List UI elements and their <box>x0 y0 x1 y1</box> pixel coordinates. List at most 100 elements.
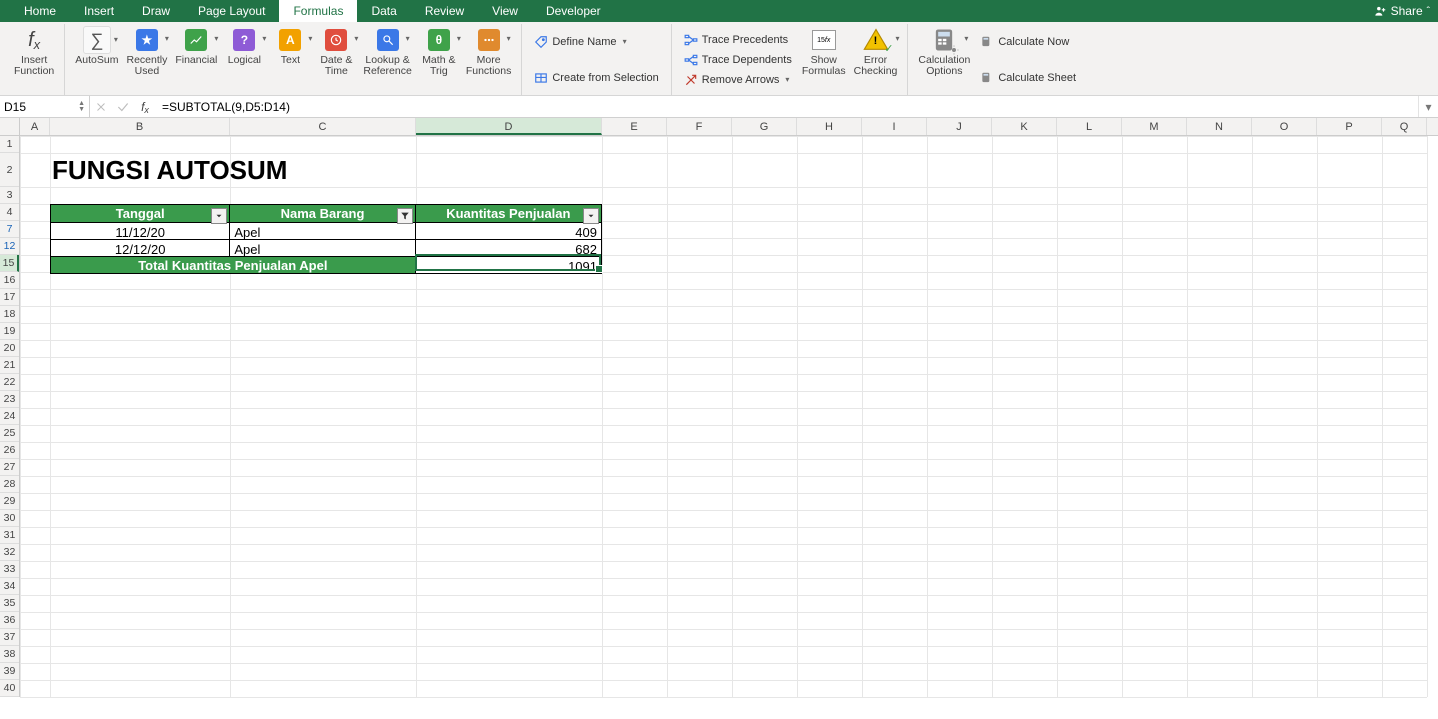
calculate-sheet-button[interactable]: Calculate Sheet <box>976 69 1080 87</box>
column-header-D[interactable]: D <box>416 118 602 135</box>
row-header-30[interactable]: 30 <box>0 510 19 527</box>
column-header-B[interactable]: B <box>50 118 230 135</box>
row-header-22[interactable]: 22 <box>0 374 19 391</box>
column-header-F[interactable]: F <box>667 118 732 135</box>
column-header-E[interactable]: E <box>602 118 667 135</box>
column-header-I[interactable]: I <box>862 118 927 135</box>
column-header-Q[interactable]: Q <box>1382 118 1427 135</box>
row-header-38[interactable]: 38 <box>0 646 19 663</box>
row-header-19[interactable]: 19 <box>0 323 19 340</box>
column-header-P[interactable]: P <box>1317 118 1382 135</box>
create-from-selection-button[interactable]: Create from Selection <box>530 69 662 87</box>
lookup-reference-button[interactable]: ▾ Lookup & Reference <box>359 24 415 95</box>
row-header-17[interactable]: 17 <box>0 289 19 306</box>
column-header-G[interactable]: G <box>732 118 797 135</box>
recently-used-button[interactable]: ★ ▾ Recently Used <box>122 24 171 95</box>
trace-dependents-button[interactable]: Trace Dependents <box>680 51 796 69</box>
row-header-18[interactable]: 18 <box>0 306 19 323</box>
financial-button[interactable]: ▾ Financial <box>171 24 221 95</box>
row-header-32[interactable]: 32 <box>0 544 19 561</box>
row-header-21[interactable]: 21 <box>0 357 19 374</box>
row-header-7[interactable]: 7 <box>0 221 19 238</box>
tab-review[interactable]: Review <box>411 0 478 22</box>
row-header-1[interactable]: 1 <box>0 136 19 153</box>
row-header-29[interactable]: 29 <box>0 493 19 510</box>
row-header-27[interactable]: 27 <box>0 459 19 476</box>
row-header-28[interactable]: 28 <box>0 476 19 493</box>
x-icon <box>95 101 107 113</box>
row-header-23[interactable]: 23 <box>0 391 19 408</box>
enter-formula-button[interactable] <box>112 96 134 117</box>
fx-button[interactable]: fx <box>134 96 156 117</box>
column-header-N[interactable]: N <box>1187 118 1252 135</box>
row-header-37[interactable]: 37 <box>0 629 19 646</box>
filter-button[interactable] <box>397 208 413 224</box>
calculation-options-button[interactable]: ▾ Calculation Options <box>914 24 974 95</box>
more-functions-button[interactable]: ▾ More Functions <box>462 24 516 95</box>
row-header-39[interactable]: 39 <box>0 663 19 680</box>
column-header-A[interactable]: A <box>20 118 50 135</box>
select-all-corner[interactable] <box>0 118 20 136</box>
share-button[interactable]: Shareˆ <box>1365 0 1438 22</box>
row-header-40[interactable]: 40 <box>0 680 19 697</box>
text-button[interactable]: A ▾ Text <box>267 24 313 95</box>
row-header-25[interactable]: 25 <box>0 425 19 442</box>
row-header-4[interactable]: 4 <box>0 204 19 221</box>
error-checking-button[interactable]: ! ✓ ▾ Error Checking <box>850 24 902 95</box>
define-name-button[interactable]: Define Name▾ <box>530 33 662 51</box>
date-time-button[interactable]: ▾ Date & Time <box>313 24 359 95</box>
filter-button[interactable] <box>211 208 227 224</box>
tab-data[interactable]: Data <box>357 0 410 22</box>
row-header-2[interactable]: 2 <box>0 153 19 187</box>
row-header-12[interactable]: 12 <box>0 238 19 255</box>
column-header-M[interactable]: M <box>1122 118 1187 135</box>
formula-input[interactable]: =SUBTOTAL(9,D5:D14) <box>156 96 1418 117</box>
row-header-33[interactable]: 33 <box>0 561 19 578</box>
table-cell[interactable]: 409 <box>416 222 601 239</box>
autosum-button[interactable]: ∑ ▾ AutoSum <box>71 24 122 95</box>
tab-home[interactable]: Home <box>10 0 70 22</box>
remove-arrows-button[interactable]: Remove Arrows▾ <box>680 71 796 89</box>
filter-button[interactable] <box>583 208 599 224</box>
table-cell[interactable]: 682 <box>416 239 601 256</box>
tab-developer[interactable]: Developer <box>532 0 615 22</box>
tab-page-layout[interactable]: Page Layout <box>184 0 279 22</box>
row-header-34[interactable]: 34 <box>0 578 19 595</box>
math-trig-button[interactable]: θ ▾ Math & Trig <box>416 24 462 95</box>
column-header-J[interactable]: J <box>927 118 992 135</box>
row-header-16[interactable]: 16 <box>0 272 19 289</box>
namebox-stepper[interactable]: ▲▼ <box>78 101 85 113</box>
column-header-H[interactable]: H <box>797 118 862 135</box>
tab-formulas[interactable]: Formulas <box>279 0 357 22</box>
table-cell[interactable]: Apel <box>230 239 415 256</box>
table-cell[interactable]: 12/12/20 <box>51 239 230 256</box>
formula-expand-button[interactable]: ▾ <box>1418 96 1438 117</box>
column-header-C[interactable]: C <box>230 118 416 135</box>
column-header-K[interactable]: K <box>992 118 1057 135</box>
name-box[interactable]: D15 ▲▼ <box>0 96 90 117</box>
insert-function-button[interactable]: fx Insert Function <box>10 24 58 95</box>
column-header-O[interactable]: O <box>1252 118 1317 135</box>
row-header-36[interactable]: 36 <box>0 612 19 629</box>
calculate-now-button[interactable]: Calculate Now <box>976 33 1080 51</box>
row-header-20[interactable]: 20 <box>0 340 19 357</box>
tab-insert[interactable]: Insert <box>70 0 128 22</box>
table-cell[interactable]: 11/12/20 <box>51 222 230 239</box>
table-cell[interactable]: Apel <box>230 222 415 239</box>
trace-precedents-button[interactable]: Trace Precedents <box>680 31 796 49</box>
spreadsheet-grid[interactable]: ABCDEFGHIJKLMNOPQ 1234712151617181920212… <box>0 118 1438 719</box>
row-header-26[interactable]: 26 <box>0 442 19 459</box>
tab-draw[interactable]: Draw <box>128 0 184 22</box>
row-header-24[interactable]: 24 <box>0 408 19 425</box>
logical-button[interactable]: ? ▾ Logical <box>221 24 267 95</box>
row-header-3[interactable]: 3 <box>0 187 19 204</box>
tab-view[interactable]: View <box>478 0 532 22</box>
row-header-15[interactable]: 15 <box>0 255 19 272</box>
row-header-31[interactable]: 31 <box>0 527 19 544</box>
total-value-cell[interactable]: 1091 <box>416 256 601 273</box>
cancel-formula-button[interactable] <box>90 96 112 117</box>
cells-area[interactable]: FUNGSI AUTOSUMTanggalNama BarangKuantita… <box>20 136 1438 719</box>
row-header-35[interactable]: 35 <box>0 595 19 612</box>
show-formulas-button[interactable]: 15fx Show Formulas <box>798 24 850 95</box>
column-header-L[interactable]: L <box>1057 118 1122 135</box>
